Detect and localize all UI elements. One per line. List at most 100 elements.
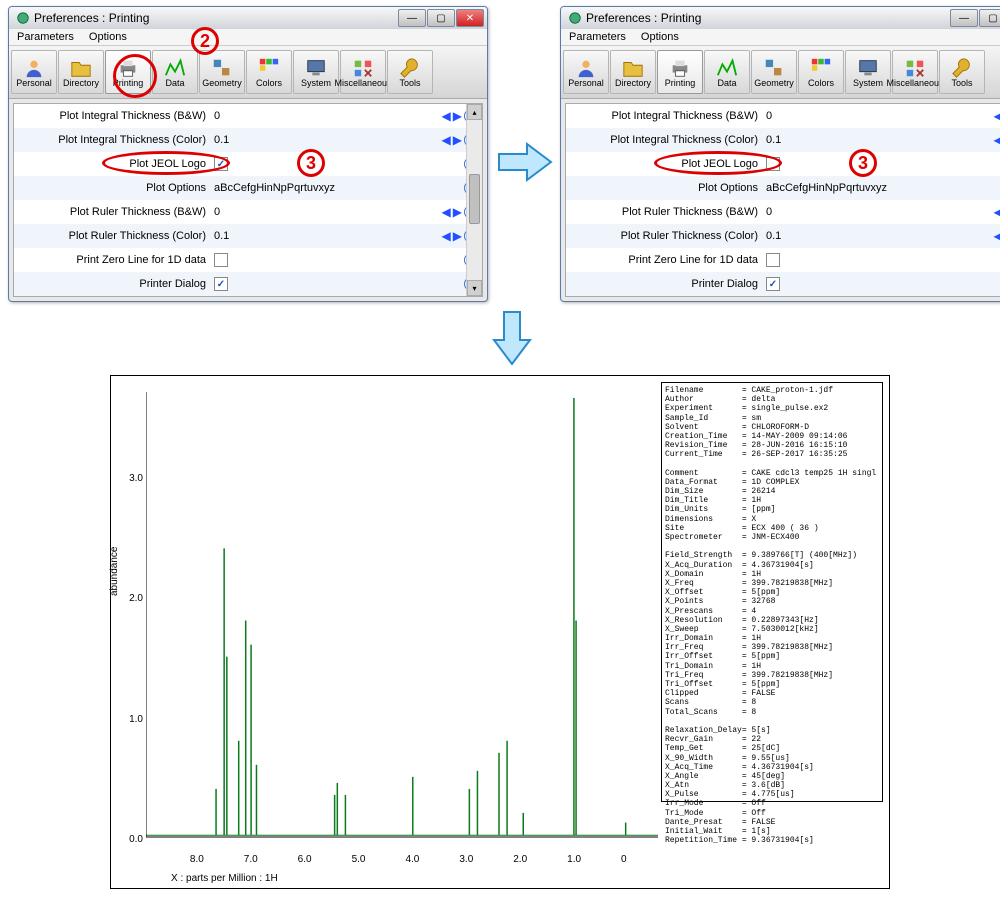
pref-value[interactable]: 0.1 <box>766 230 781 242</box>
toolbar-tools-button[interactable]: Tools <box>939 50 985 94</box>
toolbar-printing-button[interactable]: Printing <box>105 50 151 94</box>
pref-label: Plot Integral Thickness (B&W) <box>566 110 766 122</box>
menu-parameters[interactable]: Parameters <box>569 31 626 43</box>
pref-row: Plot Integral Thickness (B&W)0◀▶ ↻ <box>14 104 482 128</box>
titlebar[interactable]: Preferences : Printing — ▢ ✕ <box>561 7 1000 29</box>
checkbox[interactable] <box>766 253 780 267</box>
scroll-down-button[interactable]: ▾ <box>467 280 482 296</box>
toolbar-data-button[interactable]: Data <box>152 50 198 94</box>
pref-label: Printer Dialog <box>14 278 214 290</box>
toolbar-data-button[interactable]: Data <box>704 50 750 94</box>
toolbar-personal-button[interactable]: Personal <box>563 50 609 94</box>
scroll-up-button[interactable]: ▴ <box>467 104 482 120</box>
pref-row: Plot Integral Thickness (Color)0.1◀▶ ↻ <box>566 128 1000 152</box>
toolbar-geometry-button[interactable]: Geometry <box>751 50 797 94</box>
annotation-badge-2: 2 <box>191 27 219 55</box>
toolbar: PersonalDirectoryPrintingDataGeometryCol… <box>9 46 487 99</box>
geometry-icon <box>763 57 785 77</box>
maximize-button[interactable]: ▢ <box>979 9 1000 27</box>
system-icon <box>305 57 327 77</box>
y-tick: 3.0 <box>129 473 143 484</box>
scrollbar[interactable]: ▴ ▾ <box>466 104 482 296</box>
pref-value[interactable]: aBcCefgHinNpPqrtuvxyz <box>214 182 335 194</box>
pref-label: Plot Integral Thickness (Color) <box>14 134 214 146</box>
x-tick: 5.0 <box>352 854 366 865</box>
toolbar-personal-button[interactable]: Personal <box>11 50 57 94</box>
pref-row: Printer Dialog↻ <box>566 272 1000 296</box>
printing-icon <box>669 57 691 77</box>
increment-icon[interactable]: ▶ <box>453 229 462 243</box>
toolbar-colors-button[interactable]: Colors <box>246 50 292 94</box>
directory-icon <box>70 57 92 77</box>
menu-parameters[interactable]: Parameters <box>17 31 74 43</box>
nmr-spectrum <box>146 382 658 872</box>
pref-row: Plot OptionsaBcCefgHinNpPqrtuvxyz↻ <box>14 176 482 200</box>
decrement-icon[interactable]: ◀ <box>994 229 1000 243</box>
decrement-icon[interactable]: ◀ <box>442 133 451 147</box>
x-tick: 7.0 <box>244 854 258 865</box>
pref-row: Plot Ruler Thickness (Color)0.1◀▶ ↻ <box>14 224 482 248</box>
x-tick: 4.0 <box>405 854 419 865</box>
toolbar-geometry-button[interactable]: Geometry <box>199 50 245 94</box>
checkbox[interactable] <box>214 157 228 171</box>
pref-value[interactable]: 0 <box>766 110 772 122</box>
pref-label: Print Zero Line for 1D data <box>14 254 214 266</box>
toolbar-printing-button[interactable]: Printing <box>657 50 703 94</box>
tools-icon <box>399 57 421 77</box>
toolbar-directory-button[interactable]: Directory <box>610 50 656 94</box>
annotation-badge-3: 3 <box>849 149 877 177</box>
checkbox[interactable] <box>214 277 228 291</box>
y-axis-label: abundance <box>109 547 120 597</box>
scroll-thumb[interactable] <box>469 174 480 224</box>
minimize-button[interactable]: — <box>950 9 978 27</box>
menubar: Parameters Options <box>561 29 1000 46</box>
decrement-icon[interactable]: ◀ <box>442 205 451 219</box>
pref-value[interactable]: 0 <box>214 110 220 122</box>
checkbox[interactable] <box>214 253 228 267</box>
pref-value[interactable]: 0.1 <box>766 134 781 146</box>
decrement-icon[interactable]: ◀ <box>994 133 1000 147</box>
maximize-button[interactable]: ▢ <box>427 9 455 27</box>
printing-icon <box>117 57 139 77</box>
toolbar-colors-button[interactable]: Colors <box>798 50 844 94</box>
personal-icon <box>575 57 597 77</box>
x-tick: 0 <box>621 854 627 865</box>
decrement-icon[interactable]: ◀ <box>994 205 1000 219</box>
pref-row: Plot Ruler Thickness (B&W)0◀▶ ↻ <box>14 200 482 224</box>
minimize-button[interactable]: — <box>398 9 426 27</box>
toolbar-system-button[interactable]: System <box>293 50 339 94</box>
increment-icon[interactable]: ▶ <box>453 109 462 123</box>
increment-icon[interactable]: ▶ <box>453 205 462 219</box>
checkbox[interactable] <box>766 157 780 171</box>
checkbox[interactable] <box>766 277 780 291</box>
increment-icon[interactable]: ▶ <box>453 133 462 147</box>
y-tick: 1.0 <box>129 714 143 725</box>
pref-value[interactable]: 0 <box>766 206 772 218</box>
toolbar-system-button[interactable]: System <box>845 50 891 94</box>
tools-icon <box>951 57 973 77</box>
pref-row: Plot JEOL Logo↻ <box>566 152 1000 176</box>
decrement-icon[interactable]: ◀ <box>442 229 451 243</box>
pref-row: Print Zero Line for 1D data↻ <box>566 248 1000 272</box>
pref-row: Plot Ruler Thickness (Color)0.1◀▶ ↻ <box>566 224 1000 248</box>
pref-label: Plot Integral Thickness (B&W) <box>14 110 214 122</box>
menu-options[interactable]: Options <box>89 31 127 43</box>
pref-label: Plot Ruler Thickness (B&W) <box>566 206 766 218</box>
menu-options[interactable]: Options <box>641 31 679 43</box>
toolbar-miscellaneous-button[interactable]: Miscellaneous <box>340 50 386 94</box>
pref-value[interactable]: 0.1 <box>214 230 229 242</box>
params-panel: Filename = CAKE_proton-1.jdf Author = de… <box>661 382 883 802</box>
pref-value[interactable]: aBcCefgHinNpPqrtuvxyz <box>766 182 887 194</box>
decrement-icon[interactable]: ◀ <box>442 109 451 123</box>
toolbar-tools-button[interactable]: Tools <box>387 50 433 94</box>
pref-value[interactable]: 0.1 <box>214 134 229 146</box>
titlebar[interactable]: Preferences : Printing — ▢ ✕ <box>9 7 487 29</box>
x-tick: 1.0 <box>567 854 581 865</box>
toolbar-directory-button[interactable]: Directory <box>58 50 104 94</box>
pref-value[interactable]: 0 <box>214 206 220 218</box>
close-button[interactable]: ✕ <box>456 9 484 27</box>
decrement-icon[interactable]: ◀ <box>994 109 1000 123</box>
system-icon <box>857 57 879 77</box>
toolbar-miscellaneous-button[interactable]: Miscellaneous <box>892 50 938 94</box>
x-tick: 6.0 <box>298 854 312 865</box>
